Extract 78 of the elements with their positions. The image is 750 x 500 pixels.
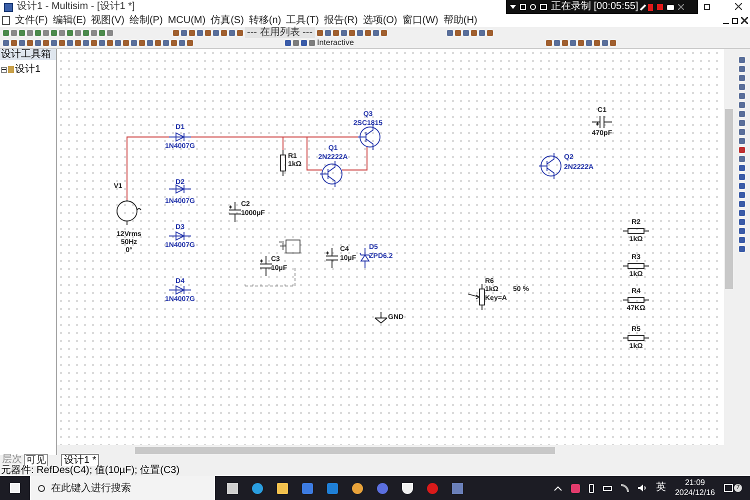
notification-icon[interactable] xyxy=(724,484,733,492)
store-icon[interactable] xyxy=(302,482,313,494)
chevron-up-icon[interactable] xyxy=(554,486,562,490)
menu-item[interactable]: 报告(R) xyxy=(324,14,358,26)
interactive-mode-label[interactable]: Interactive xyxy=(317,38,354,48)
design-icon xyxy=(8,66,14,73)
menu-item[interactable]: 仿真(S) xyxy=(210,14,244,26)
search-input: 在此键入进行搜索 xyxy=(51,480,201,496)
diode-symbol[interactable] xyxy=(168,231,192,241)
menu-item[interactable]: MCU(M) xyxy=(168,14,206,26)
record-icon[interactable] xyxy=(657,4,664,10)
menu-item[interactable]: 窗口(W) xyxy=(402,14,438,26)
restore-icon[interactable] xyxy=(704,4,710,10)
toolbar-icon[interactable] xyxy=(520,4,526,10)
clock-time: 21:09 xyxy=(684,478,705,488)
record-icon[interactable] xyxy=(427,482,438,494)
dashed-wire xyxy=(244,266,296,286)
battery-icon[interactable] xyxy=(602,486,612,490)
close-icon[interactable] xyxy=(735,3,742,10)
zener-diode-symbol[interactable] xyxy=(360,248,370,268)
usb-icon[interactable] xyxy=(588,484,594,492)
capacitor-symbol[interactable] xyxy=(228,202,242,222)
menu-item[interactable]: 选项(O) xyxy=(362,14,398,26)
shield-icon[interactable] xyxy=(402,482,413,494)
diode-symbol[interactable] xyxy=(168,132,192,142)
windows-start-icon[interactable] xyxy=(10,483,20,493)
capacitor-symbol[interactable] xyxy=(260,256,272,276)
tree-item[interactable]: 设计1 xyxy=(15,64,41,75)
pen-icon[interactable] xyxy=(640,4,646,10)
browser-icon[interactable] xyxy=(352,482,363,494)
tray-app-icon[interactable] xyxy=(570,484,580,492)
transistor-symbol[interactable] xyxy=(320,160,342,188)
toolbar-icon[interactable] xyxy=(540,4,547,10)
resistor-symbol[interactable] xyxy=(622,263,650,269)
volume-icon[interactable] xyxy=(638,484,647,492)
ground-symbol[interactable] xyxy=(374,312,388,324)
scrollbar-thumb[interactable] xyxy=(725,109,733,289)
transistor-symbol[interactable] xyxy=(358,124,380,150)
folder-icon[interactable] xyxy=(277,482,288,494)
menu-item[interactable]: 帮助(H) xyxy=(443,14,478,26)
recording-status: 正在录制 [00:05:55] xyxy=(551,1,638,13)
resistor-symbol[interactable] xyxy=(622,335,650,341)
restore-icon[interactable] xyxy=(732,18,738,24)
capacitor-symbol[interactable] xyxy=(326,248,338,268)
resistor-symbol[interactable] xyxy=(280,150,286,176)
diode-symbol[interactable] xyxy=(168,184,192,194)
menu-item[interactable]: 文件(F) xyxy=(15,14,48,26)
app-icon xyxy=(4,2,13,12)
browser-icon[interactable] xyxy=(252,482,263,494)
diode-symbol[interactable] xyxy=(168,285,192,295)
menu-item[interactable]: 转移(n) xyxy=(248,14,282,26)
search-field[interactable]: 在此键入进行搜索 xyxy=(30,476,215,500)
clock[interactable]: 21:09 2024/12/16 xyxy=(674,478,715,498)
scrollbar-thumb[interactable] xyxy=(135,446,555,454)
app-icon[interactable] xyxy=(452,482,463,494)
in-use-list-dropdown[interactable]: --- 在用列表 --- xyxy=(245,27,315,38)
component-outline-drawing[interactable] xyxy=(278,240,300,254)
dropdown-icon[interactable] xyxy=(510,5,516,9)
ac-source-symbol[interactable] xyxy=(116,200,142,226)
input-method-indicator[interactable]: 英 xyxy=(656,483,666,493)
capacitor-symbol[interactable] xyxy=(592,116,612,128)
clock-date: 2024/12/16 xyxy=(674,488,715,498)
task-view-icon[interactable] xyxy=(227,482,238,494)
resistor-symbol[interactable] xyxy=(622,297,650,303)
stop-icon[interactable] xyxy=(648,4,654,10)
menu-item[interactable]: 编辑(E) xyxy=(52,14,86,26)
menu-item[interactable]: 视图(V) xyxy=(91,14,124,26)
menu-item[interactable]: 工具(T) xyxy=(286,14,319,26)
panel-title: 设计工具箱 xyxy=(0,49,56,60)
mail-icon[interactable] xyxy=(327,482,338,494)
window-title: 设计1 - Multisim - [设计1 *] xyxy=(17,1,135,13)
close-icon[interactable] xyxy=(741,17,748,24)
transistor-symbol[interactable] xyxy=(538,152,562,180)
collapse-toggle-icon[interactable] xyxy=(1,66,7,72)
assistant-icon[interactable] xyxy=(377,482,388,494)
menu-item[interactable]: 绘制(P) xyxy=(129,14,163,26)
resistor-symbol[interactable] xyxy=(622,228,650,234)
potentiometer-symbol[interactable] xyxy=(468,284,485,310)
